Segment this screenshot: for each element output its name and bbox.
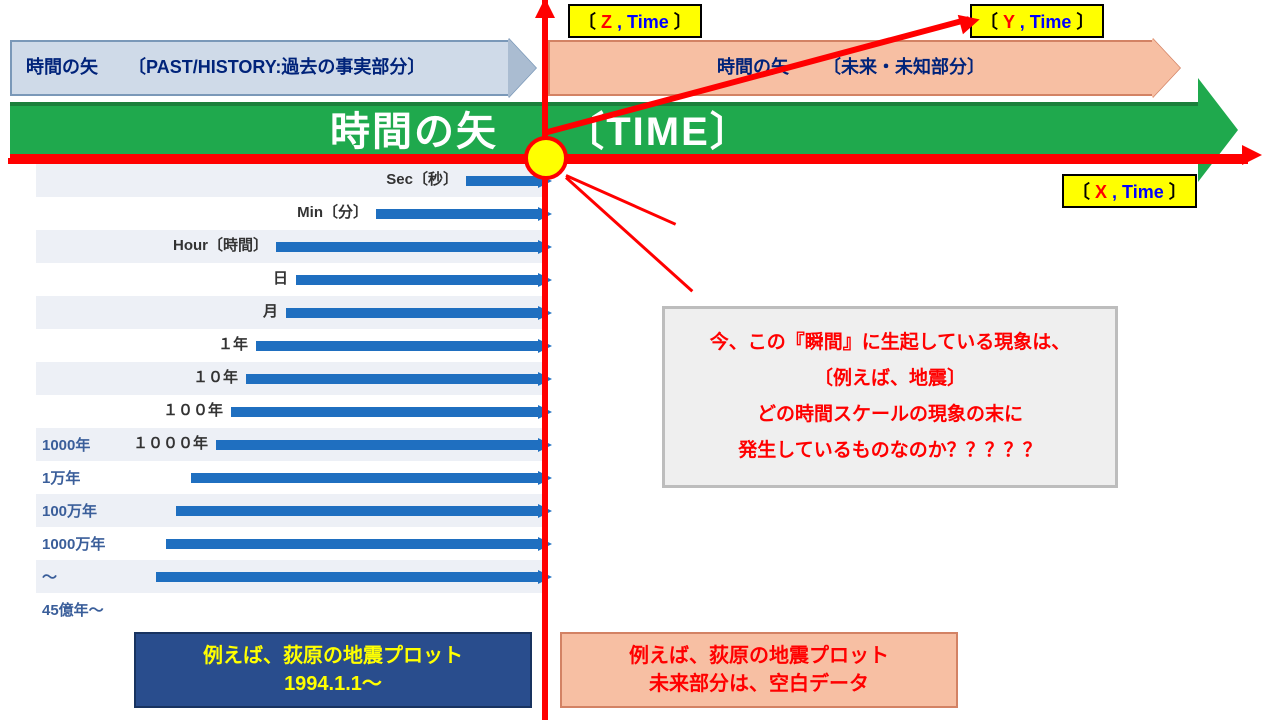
past-arrow-head [508, 38, 536, 98]
future-arrow-text: 〔未来・未知部分〕 [823, 57, 985, 77]
scale-row: Min〔分〕 [36, 197, 544, 230]
past-arrow-prefix: 時間の矢 [26, 57, 98, 77]
scale-arrow [376, 209, 538, 219]
future-arrow-head [1152, 38, 1180, 98]
scale-arrow [256, 341, 538, 351]
green-banner-body: 時間の矢 〔TIME〕 [10, 102, 1200, 158]
scale-unit-label: 月 [156, 300, 286, 321]
scale-row: 45億年～ [36, 593, 544, 626]
scale-arrow [276, 242, 538, 252]
bottom-past-line-1: 例えば、荻原の地震プロット [144, 642, 522, 670]
callout-pointer-1 [565, 174, 676, 226]
callout-pointer-2 [565, 176, 693, 292]
scale-row: ～ [36, 560, 544, 593]
bottom-future-box: 例えば、荻原の地震プロット 未来部分は、空白データ [560, 632, 958, 708]
callout-box: 今、この『瞬間』に生起している現象は、 〔例えば、地震〕 どの時間スケールの現象… [662, 306, 1118, 488]
scale-arrow [176, 506, 538, 516]
scale-row: 1万年 [36, 461, 544, 494]
z-axis-arrow [535, 0, 555, 18]
green-banner-left: 時間の矢 [330, 110, 498, 154]
scale-row: 1000年１０００年 [36, 428, 544, 461]
scale-left-label: 45億年～ [36, 599, 132, 620]
scale-unit-label: Hour〔時間〕 [146, 234, 276, 255]
scale-left-label: 100万年 [36, 500, 132, 521]
scale-row: 1000万年 [36, 527, 544, 560]
scale-unit-label: １０年 [116, 366, 246, 387]
scale-row: １年 [36, 329, 544, 362]
x-axis-arrow [1242, 145, 1262, 165]
scale-unit-label: １０００年 [86, 432, 216, 453]
scale-unit-label: Min〔分〕 [246, 201, 376, 222]
callout-line-2: 〔例えば、地震〕 [689, 361, 1091, 397]
scale-row: Sec〔秒〕 [36, 164, 544, 197]
scale-arrow [286, 308, 538, 318]
green-banner-head [1198, 78, 1238, 182]
scale-arrow [166, 539, 538, 549]
scale-left-label: 1000万年 [36, 533, 132, 554]
scale-arrow [296, 275, 538, 285]
bottom-past-line-2: 1994.1.1～ [144, 670, 522, 698]
bottom-future-line-2: 未来部分は、空白データ [570, 670, 948, 698]
y-axis-label: 〔 Y , Time 〕 [970, 4, 1104, 38]
origin-dot [524, 136, 568, 180]
scale-unit-label: １００年 [101, 399, 231, 420]
scale-arrow [191, 473, 538, 483]
past-arrow-body: 時間の矢 〔PAST/HISTORY:過去の事実部分〕 [10, 40, 510, 96]
scale-row: １００年 [36, 395, 544, 428]
scale-row: 100万年 [36, 494, 544, 527]
scale-row: 月 [36, 296, 544, 329]
scale-left-label: ～ [36, 566, 132, 587]
scale-row: １０年 [36, 362, 544, 395]
x-axis-label: 〔 X , Time 〕 [1062, 174, 1197, 208]
callout-line-1: 今、この『瞬間』に生起している現象は、 [689, 325, 1091, 361]
scale-unit-label: 日 [166, 267, 296, 288]
bottom-past-box: 例えば、荻原の地震プロット 1994.1.1～ [134, 632, 532, 708]
x-axis-line [10, 154, 1244, 160]
scale-arrow [466, 176, 538, 186]
scale-unit-label: １年 [126, 333, 256, 354]
z-axis-label: 〔 Z , Time 〕 [568, 4, 702, 38]
z-axis-line [542, 0, 548, 720]
scale-left-label: 1万年 [36, 467, 132, 488]
scale-arrow [246, 374, 538, 384]
scale-row: 日 [36, 263, 544, 296]
scale-arrow [231, 407, 538, 417]
callout-line-4: 発生しているものなのか？？？？？ [689, 433, 1091, 469]
scale-row: Hour〔時間〕 [36, 230, 544, 263]
past-arrow-text: 〔PAST/HISTORY:過去の事実部分〕 [128, 57, 425, 77]
bottom-future-line-1: 例えば、荻原の地震プロット [570, 642, 948, 670]
scale-arrow [216, 440, 538, 450]
scale-arrow [156, 572, 538, 582]
scale-unit-label: Sec〔秒〕 [336, 168, 466, 189]
callout-line-3: どの時間スケールの現象の末に [689, 397, 1091, 433]
